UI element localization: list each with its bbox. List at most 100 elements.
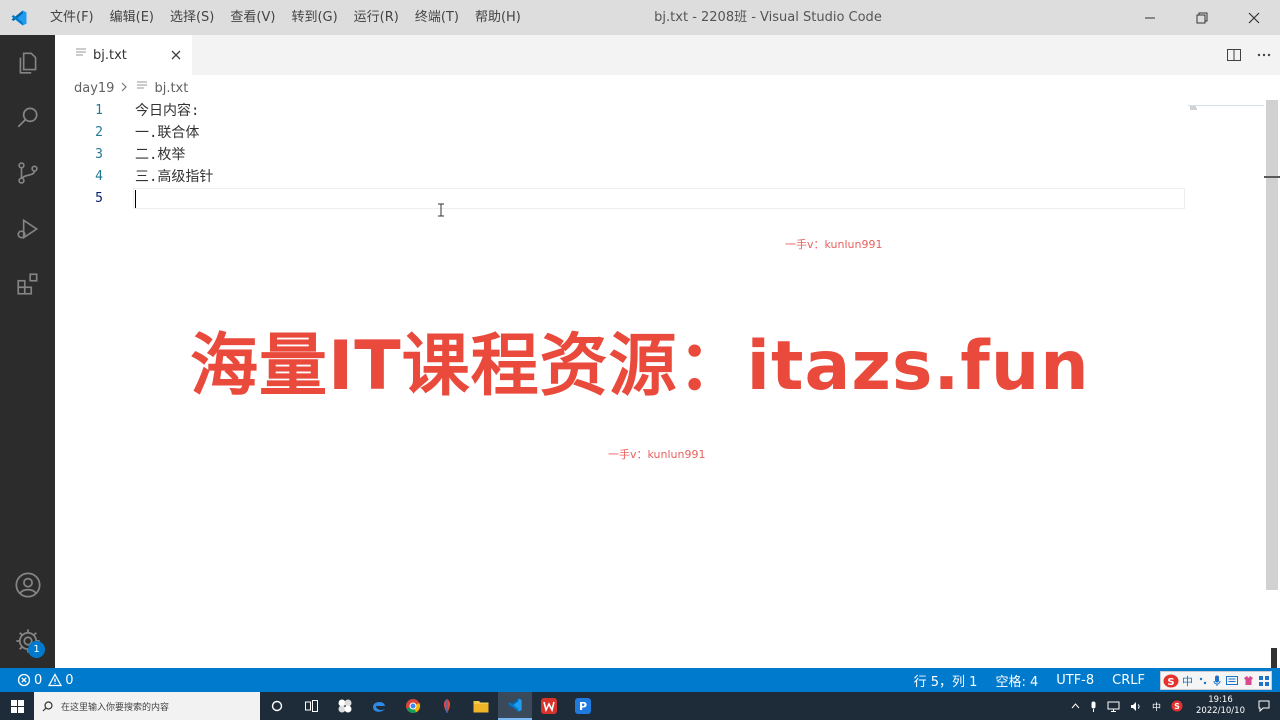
taskbar-search-box[interactable]: 在这里输入你要搜索的内容 [34,692,260,720]
error-icon [17,673,31,687]
app-pinwheel-icon[interactable] [328,692,362,720]
taskbar-clock[interactable]: 19:16 2022/10/10 [1196,695,1245,717]
search-placeholder: 在这里输入你要搜索的内容 [61,702,170,713]
minimap-slider[interactable] [1188,102,1264,106]
extensions-icon[interactable] [0,260,55,308]
breadcrumb: day19 bj.txt [74,78,188,98]
warning-count: 0 [65,672,74,688]
source-control-icon[interactable] [0,149,55,197]
line-number: 3 [95,147,103,162]
clock-time: 19:16 [1208,695,1233,705]
restore-button[interactable] [1176,0,1228,35]
status-bar: 0 0 行 5，列 1 空格: 4 UTF-8 CRLF 纯 [0,668,1280,692]
explorer-icon[interactable] [0,39,55,87]
vscode-logo-icon[interactable] [0,0,38,35]
microphone-tray-icon[interactable] [1090,701,1097,712]
chrome-icon[interactable] [396,692,430,720]
menu-file[interactable]: 文件(F) [42,0,102,35]
cortana-icon[interactable] [260,692,294,720]
wps-icon[interactable] [532,692,566,720]
warning-icon [48,673,63,687]
text-file-icon [136,80,148,96]
tab-bj-txt[interactable]: bj.txt [55,35,192,75]
windows-start-icon[interactable] [0,692,34,720]
editor-actions [1220,35,1280,75]
ime-language[interactable]: 中 [1182,673,1193,689]
p-app-icon[interactable]: P [566,692,600,720]
editor-line[interactable]: 3 二.枚举 [55,144,1185,166]
menu-help[interactable]: 帮助(H) [467,0,529,35]
menu-view[interactable]: 查看(V) [222,0,283,35]
encoding[interactable]: UTF-8 [1047,673,1103,688]
search-icon[interactable] [0,93,55,141]
notification-badge: 1 [28,641,45,658]
skin-icon[interactable] [1243,675,1254,686]
activity-bar [0,35,55,668]
line-number: 4 [95,169,103,184]
microphone-icon[interactable] [1213,675,1221,686]
line-number: 2 [95,125,103,140]
overview-ruler-cursor [1264,176,1280,178]
feather-app-icon[interactable] [430,692,464,720]
editor-line[interactable]: 5 [55,188,1185,210]
file-explorer-icon[interactable] [464,692,498,720]
menu-terminal[interactable]: 终端(T) [407,0,467,35]
account-icon[interactable] [0,561,55,609]
text-file-icon [75,47,87,63]
indentation[interactable]: 空格: 4 [986,671,1047,690]
volume-icon[interactable] [1130,701,1142,712]
close-window-button[interactable] [1228,0,1280,35]
sogou-tray-icon[interactable]: S [1171,700,1183,712]
problems-indicator[interactable]: 0 0 [17,673,74,688]
svg-text:S: S [1174,702,1180,711]
tab-bar: bj.txt [55,35,1280,75]
keyboard-icon[interactable] [1226,676,1238,685]
end-of-line[interactable]: CRLF [1103,673,1154,688]
watermark-banner: 海量IT课程资源：itazs.fun [190,327,1090,406]
split-editor-icon[interactable] [1220,41,1248,69]
watermark-small: 一手v：kunlun991 [785,238,883,251]
svg-text:S: S [1167,677,1174,688]
input-language[interactable]: 中 [1152,700,1161,713]
watermark-small: 一手v：kunlun991 [608,448,706,461]
svg-text:P: P [579,700,587,713]
close-icon[interactable] [168,47,184,63]
task-view-icon[interactable] [294,692,328,720]
scrollbar-thumb[interactable] [1266,100,1278,590]
more-actions-icon[interactable] [1250,41,1278,69]
menu-edit[interactable]: 编辑(E) [102,0,162,35]
windows-taskbar: 在这里输入你要搜索的内容 P 中 S 19:16 2022/10/10 [0,692,1280,720]
notification-center-icon[interactable] [1258,700,1270,712]
minimize-button[interactable] [1124,0,1176,35]
edge-browser-icon[interactable] [362,692,396,720]
error-count: 0 [34,672,43,688]
menu-run[interactable]: 运行(R) [346,0,407,35]
ime-toolbar[interactable]: S 中 [1160,671,1272,690]
punctuation-icon[interactable] [1198,676,1208,686]
menu-go[interactable]: 转到(G) [283,0,345,35]
window-controls [1124,0,1280,35]
network-icon[interactable] [1107,701,1120,712]
cursor-position[interactable]: 行 5，列 1 [905,671,987,690]
line-number: 1 [95,103,103,118]
menu-selection[interactable]: 选择(S) [162,0,222,35]
title-bar: 文件(F) 编辑(E) 选择(S) 查看(V) 转到(G) 运行(R) 终端(T… [0,0,1280,35]
search-icon [42,700,53,712]
line-number: 5 [95,191,103,206]
grid-menu-icon[interactable] [1259,675,1269,686]
run-debug-icon[interactable] [0,205,55,253]
editor-line[interactable]: 2 一.联合体 [55,122,1185,144]
vscode-taskbar-icon[interactable] [498,692,532,720]
line-text: 一.联合体 [135,125,200,141]
manage-gear-icon[interactable] [0,617,55,665]
line-text: 三.高级指针 [135,169,214,185]
tab-label: bj.txt [93,47,127,63]
chevron-up-icon[interactable] [1071,703,1080,709]
ibeam-cursor-icon [437,203,445,221]
breadcrumb-file[interactable]: bj.txt [154,81,188,96]
breadcrumb-folder[interactable]: day19 [74,81,114,96]
line-text: 今日内容: [135,103,200,119]
editor-line[interactable]: 1 今日内容: [55,100,1185,122]
editor-line[interactable]: 4 三.高级指针 [55,166,1185,188]
sogou-logo-icon: S [1163,674,1179,688]
